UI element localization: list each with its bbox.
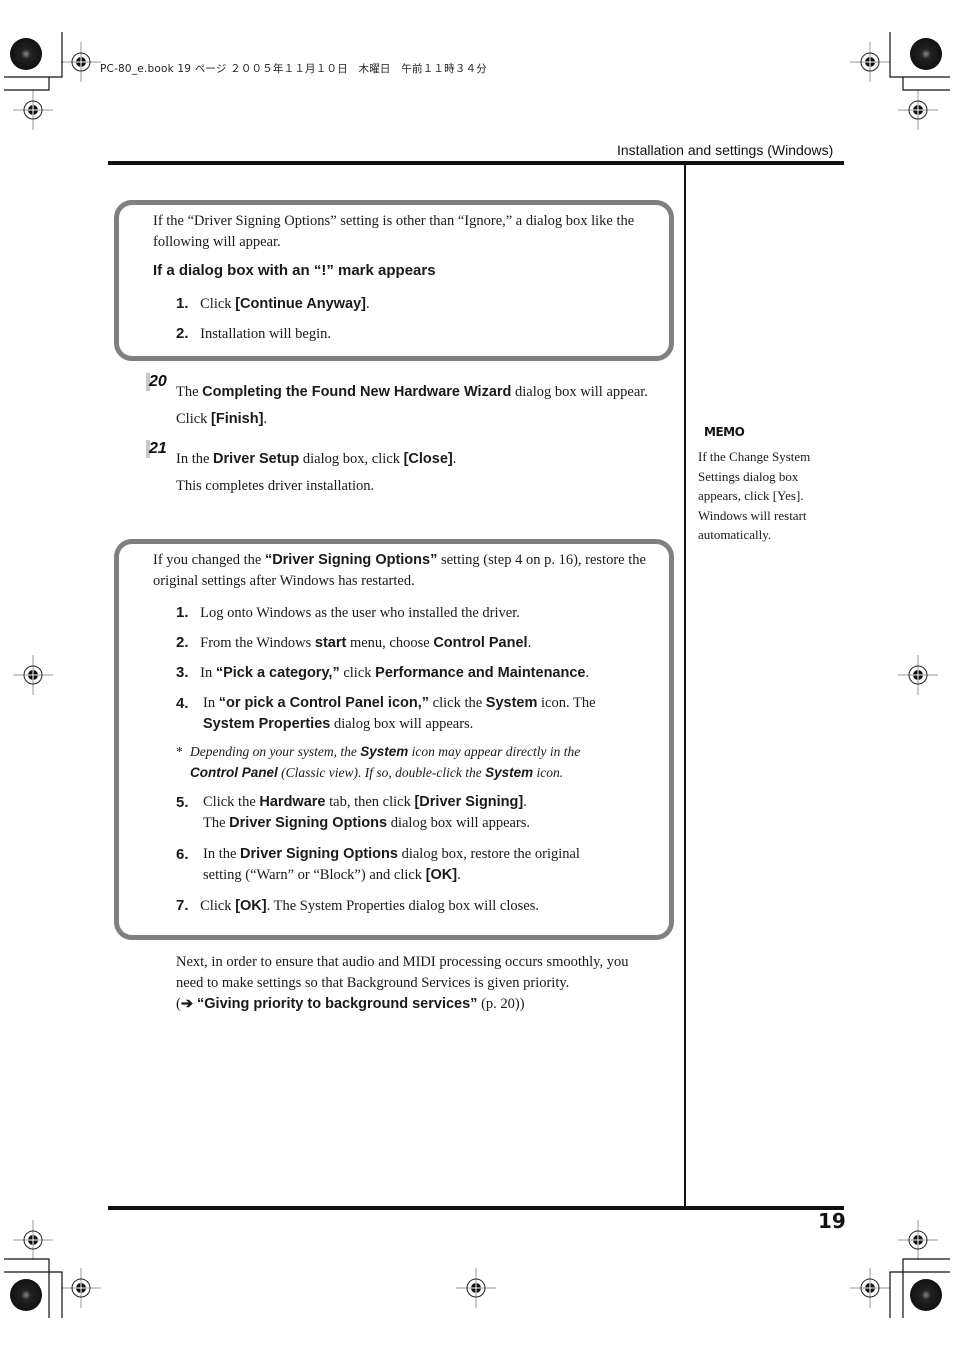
running-head: Installation and settings (Windows) xyxy=(617,142,834,158)
box2-intro: If you changed the “Driver Signing Optio… xyxy=(153,552,646,589)
box1-step-2: 2. Installation will begin. xyxy=(176,325,332,342)
registration-mark-icon xyxy=(897,89,939,131)
box2-step-2: 2. From the Windows start menu, choose C… xyxy=(176,634,532,651)
step20-line1: The Completing the Found New Hardware Wi… xyxy=(176,384,648,400)
registration-mark-icon xyxy=(455,1267,497,1309)
box2-step-4: 4. In “or pick a Control Panel icon,” cl… xyxy=(176,695,596,732)
box2-step-1: 1. Log onto Windows as the user who inst… xyxy=(176,604,520,621)
step-badge-20: 20 xyxy=(146,373,167,391)
closing-paragraph: Next, in order to ensure that audio and … xyxy=(176,954,629,991)
star-target-icon xyxy=(910,1279,942,1311)
step-number: 2. xyxy=(176,325,189,342)
registration-mark-icon xyxy=(897,1219,939,1261)
step21-line1: In the Driver Setup dialog box, click [C… xyxy=(176,451,457,467)
box1-step-1: 1. Click [Continue Anyway]. xyxy=(176,295,370,312)
step20-line2: Click [Finish]. xyxy=(176,411,268,427)
registration-mark-icon xyxy=(12,654,54,696)
box2-note: * Depending on your system, the System i… xyxy=(176,744,581,780)
box2-step-3: 3. In “Pick a category,” click Performan… xyxy=(176,664,590,681)
cross-reference-link[interactable]: (➔ “Giving priority to background servic… xyxy=(176,994,525,1015)
star-target-icon xyxy=(910,38,942,70)
box1-intro: If the “Driver Signing Options” setting … xyxy=(153,213,635,250)
memo-text: If the Change System Settings dialog box… xyxy=(698,449,811,542)
registration-mark-icon xyxy=(849,1267,891,1309)
step21-line2: This completes driver installation. xyxy=(176,478,375,494)
column-divider xyxy=(684,165,686,1206)
page-number: 19 xyxy=(818,1209,846,1233)
registration-mark-icon xyxy=(12,89,54,131)
box2-step-5: 5. Click the Hardware tab, then click [D… xyxy=(176,794,531,831)
star-target-icon xyxy=(10,38,42,70)
box2-step-6: 6. In the Driver Signing Options dialog … xyxy=(176,846,580,883)
registration-mark-icon xyxy=(897,654,939,696)
registration-mark-icon xyxy=(12,1219,54,1261)
header-rule xyxy=(108,161,844,165)
registration-mark-icon xyxy=(60,1267,102,1309)
step-number: 1. xyxy=(176,295,189,312)
memo-icon: MEMO xyxy=(704,425,745,439)
step-badge-21: 21 xyxy=(146,440,167,458)
box1-heading: If a dialog box with an “!” mark appears xyxy=(153,262,436,279)
registration-mark-icon xyxy=(849,41,891,83)
star-target-icon xyxy=(10,1279,42,1311)
arrow-right-icon: ➔ xyxy=(180,996,193,1012)
footer-rule xyxy=(108,1206,844,1210)
box2-step-7: 7. Click [OK]. The System Properties dia… xyxy=(176,897,539,914)
registration-mark-icon xyxy=(60,41,102,83)
